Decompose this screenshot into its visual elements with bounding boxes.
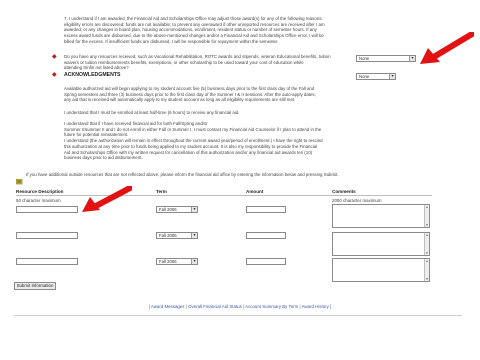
column-header-term: Term xyxy=(156,189,167,194)
bullet-icon: ◆ xyxy=(52,54,57,60)
textarea-scrollbar[interactable]: ▲ ▼ xyxy=(424,259,429,281)
acknowledgments-para2: I understand that I must be enrolled at … xyxy=(64,110,344,116)
item7-line: 7. I understand if I am awarded, the Fin… xyxy=(64,16,323,21)
annotation-arrow-icon xyxy=(82,186,132,212)
dropdown-arrow-icon: ▼ xyxy=(191,233,197,238)
ack-line: I understand that I must be enrolled at … xyxy=(64,110,240,115)
term-select-value: Fall 2006 xyxy=(159,207,177,212)
term-select[interactable]: Fall 2006 ▼ xyxy=(156,258,198,265)
scroll-up-icon[interactable]: ▲ xyxy=(425,259,429,263)
comments-textarea[interactable]: ▲ ▼ xyxy=(332,204,430,228)
dropdown-arrow-icon: ▼ xyxy=(191,207,197,212)
term-select-value: Fall 2006 xyxy=(159,233,177,238)
footer-separator: | xyxy=(185,304,187,309)
resources-question: Do you have any resources received, such… xyxy=(64,54,354,71)
column-header-description: Resource Description xyxy=(16,189,64,194)
acknowledgments-title: ACKNOWLEDGMENTS xyxy=(64,72,121,78)
comments-hint: 2000 character maximum xyxy=(332,198,382,203)
scroll-down-icon[interactable]: ▼ xyxy=(425,277,429,281)
item7-line: billed for the excess. If insufficient f… xyxy=(64,38,279,44)
ack-line: Available authorized aid will begin appl… xyxy=(64,86,315,91)
acknowledgments-para3: I understand that if I have received fin… xyxy=(64,121,344,161)
outside-resources-note: If you have additional outside resources… xyxy=(26,172,339,177)
award-history-link[interactable]: Award History xyxy=(302,304,329,309)
acknowledgments-select-value: None xyxy=(359,74,370,79)
resources-question-line: attending Sinfin not listed above? xyxy=(64,65,129,71)
term-select[interactable]: Fall 2006 ▼ xyxy=(156,206,198,213)
amount-input[interactable] xyxy=(246,258,286,265)
column-header-amount: Amount xyxy=(246,189,264,194)
footer-separator: | xyxy=(243,304,245,309)
ack-line: any aid that is received will automatica… xyxy=(64,97,296,103)
comments-textarea[interactable]: ▲ ▼ xyxy=(332,232,430,256)
comments-textarea[interactable]: ▲ ▼ xyxy=(332,258,430,282)
description-hint: 50 character maximum xyxy=(16,198,61,203)
overall-financial-aid-status-link[interactable]: Overall Financial Aid Status xyxy=(188,304,242,309)
scroll-down-icon[interactable]: ▼ xyxy=(425,251,429,255)
annotation-arrow-icon xyxy=(420,32,474,64)
resource-description-input[interactable] xyxy=(16,258,78,265)
term-select-value: Fall 2006 xyxy=(159,259,177,264)
award-messages-link[interactable]: Award Messages xyxy=(151,304,185,309)
submit-information-button[interactable]: Submit Information xyxy=(14,282,56,290)
scroll-up-icon[interactable]: ▲ xyxy=(425,205,429,209)
item7-line: excess award funds are disbursed, due to… xyxy=(64,33,324,39)
acknowledgments-select[interactable]: None ▼ xyxy=(356,73,396,80)
column-header-comments: Comments xyxy=(332,189,356,194)
resource-description-input[interactable] xyxy=(16,206,78,213)
resources-select-value: None xyxy=(359,56,370,61)
account-summary-by-term-link[interactable]: Account Summary By Term xyxy=(245,304,298,309)
amount-input[interactable] xyxy=(246,232,286,239)
ack-line: business days prior to aid disbursement. xyxy=(64,155,143,161)
footer-divider xyxy=(14,315,462,316)
dropdown-arrow-icon: ▼ xyxy=(409,56,415,61)
info-flag-icon xyxy=(15,172,23,185)
ack-line: this authorization at any time prior to … xyxy=(64,143,318,149)
scroll-down-icon[interactable]: ▼ xyxy=(425,223,429,227)
dropdown-arrow-icon: ▼ xyxy=(389,74,395,79)
textarea-scrollbar[interactable]: ▲ ▼ xyxy=(424,205,429,227)
scroll-up-icon[interactable]: ▲ xyxy=(425,233,429,237)
amount-input[interactable] xyxy=(246,206,286,213)
table-header-underline xyxy=(16,195,432,196)
bullet-icon: ◆ xyxy=(52,72,57,78)
resource-description-input[interactable] xyxy=(16,232,78,239)
resources-question-line: Do you have any resources received, such… xyxy=(64,54,331,59)
footer-links: [ Award Messages | Overall Financial Aid… xyxy=(0,304,480,309)
term-select[interactable]: Fall 2006 ▼ xyxy=(156,232,198,239)
dropdown-arrow-icon: ▼ xyxy=(191,259,197,264)
footer-separator: | xyxy=(299,304,301,309)
footer-bracket: ] xyxy=(330,304,332,309)
textarea-scrollbar[interactable]: ▲ ▼ xyxy=(424,233,429,255)
ack-line: I understand (the authorization will rem… xyxy=(64,138,323,144)
resources-select[interactable]: None ▼ xyxy=(356,55,416,62)
acknowledgments-para1: Available authorized aid will begin appl… xyxy=(64,86,344,103)
item7-paragraph: 7. I understand if I am awarded, the Fin… xyxy=(64,16,364,45)
footer-bracket: [ xyxy=(148,304,150,309)
